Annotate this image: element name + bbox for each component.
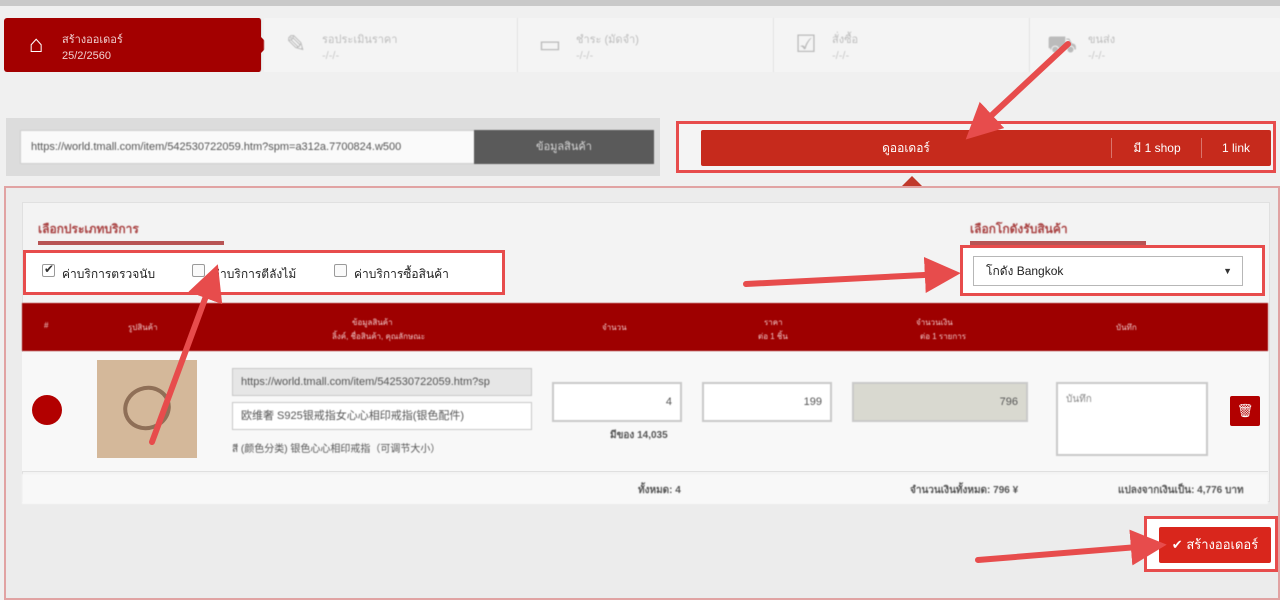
table-row: https://world.tmall.com/item/54253072205… bbox=[22, 352, 1268, 472]
product-url-input[interactable]: https://world.tmall.com/item/54253072205… bbox=[20, 130, 476, 164]
link-count: 1 link bbox=[1221, 141, 1250, 155]
qty-input[interactable]: 4 bbox=[552, 382, 682, 422]
home-icon: ⌂ bbox=[28, 31, 44, 58]
col-price-sub: ต่อ 1 ชิ้น bbox=[758, 332, 788, 341]
checkbox-wooden-crate[interactable] bbox=[192, 264, 205, 277]
step-date: -/-/- bbox=[832, 50, 850, 62]
item-link-field[interactable]: https://world.tmall.com/item/54253072205… bbox=[232, 368, 532, 396]
url-bar: https://world.tmall.com/item/54253072205… bbox=[6, 118, 660, 176]
col-info: ข้อมูลสินค้า bbox=[352, 318, 393, 327]
step-shipping[interactable]: ⛟ ขนส่ง -/-/- bbox=[1030, 18, 1280, 72]
col-qty: จำนวน bbox=[602, 323, 627, 332]
col-image: รูปสินค้า bbox=[128, 323, 158, 332]
checkbox-purchase-service[interactable] bbox=[334, 264, 347, 277]
step-date: 25/2/2560 bbox=[62, 50, 111, 62]
total-baht: แปลงจากเงินเป็น: 4,776 บาท bbox=[1118, 485, 1244, 496]
checkbox-inspection[interactable] bbox=[42, 262, 55, 277]
step-title: ชำระ (มัดจำ) bbox=[576, 34, 639, 46]
col-total: จำนวนเงิน bbox=[916, 318, 953, 327]
checkbox-label: ค่าบริการซื้อสินค้า bbox=[354, 267, 449, 281]
service-options: ค่าบริการตรวจนับ ค่าบริการตีลังไม้ ค่าบร… bbox=[23, 250, 505, 295]
step-wait-price[interactable]: ✎ รอประเมินราคา -/-/- bbox=[264, 18, 518, 72]
step-title: สั่งซื้อ bbox=[832, 34, 859, 46]
warehouse-select[interactable]: โกดัง Bangkok ▼ bbox=[973, 256, 1243, 286]
step-create-order[interactable]: ⌂ สร้างออเดอร์ 25/2/2560 bbox=[4, 18, 269, 72]
note-textarea[interactable]: บันทึก bbox=[1056, 382, 1208, 456]
checkbox-label: ค่าบริการตีลังไม้ bbox=[212, 267, 297, 281]
col-note: บันทึก bbox=[1116, 323, 1137, 332]
product-image bbox=[97, 360, 197, 458]
col-info-sub: ลิ้งค์, ชื่อสินค้า, คุณลักษณะ bbox=[332, 332, 425, 341]
divider bbox=[1111, 138, 1112, 158]
col-no: # bbox=[44, 321, 49, 330]
create-order-label: สร้างออเดอร์ bbox=[1186, 537, 1259, 552]
step-date: -/-/- bbox=[576, 50, 594, 62]
checklist-icon: ☑ bbox=[795, 31, 817, 58]
price-input[interactable]: 199 bbox=[702, 382, 832, 422]
service-section-title: เลือกประเภทบริการ bbox=[38, 222, 139, 236]
check-icon: ✔ bbox=[1171, 537, 1183, 552]
edit-icon: ✎ bbox=[285, 31, 307, 58]
table-footer: ทั้งหมด: 4 จำนวนเงินทั้งหมด: 796 ¥ แปลงจ… bbox=[22, 474, 1268, 504]
row-status-dot bbox=[32, 395, 62, 425]
order-summary-bar[interactable]: ดูออเดอร์ มี 1 shop 1 link bbox=[701, 130, 1271, 166]
top-border bbox=[0, 0, 1280, 6]
items-table-header: # รูปสินค้า ข้อมูลสินค้า ลิ้งค์, ชื่อสิน… bbox=[22, 303, 1268, 351]
step-title: สร้างออเดอร์ bbox=[62, 34, 123, 46]
card-icon: ▭ bbox=[538, 31, 562, 58]
step-purchase[interactable]: ☑ สั่งซื้อ -/-/- bbox=[774, 18, 1030, 72]
section-underline bbox=[38, 241, 224, 245]
step-title: รอประเมินราคา bbox=[322, 34, 398, 46]
warehouse-select-highlight: โกดัง Bangkok ▼ bbox=[960, 245, 1265, 296]
delete-icon[interactable]: 🗑 bbox=[1230, 396, 1260, 426]
order-summary-highlight: ดูออเดอร์ มี 1 shop 1 link bbox=[676, 121, 1276, 173]
item-name-field[interactable]: 欧维奢 S925银戒指女心心相印戒指(银色配件) bbox=[232, 402, 532, 430]
shop-count: มี 1 shop bbox=[1133, 141, 1181, 155]
product-info-button[interactable]: ข้อมูลสินค้า bbox=[474, 130, 654, 164]
view-order-button[interactable]: ดูออเดอร์ bbox=[701, 130, 1111, 166]
total-yuan: จำนวนเงินทั้งหมด: 796 ¥ bbox=[910, 485, 1019, 496]
step-title: ขนส่ง bbox=[1088, 34, 1116, 46]
progress-steps: ⌂ สร้างออเดอร์ 25/2/2560 ✎ รอประเมินราคา… bbox=[0, 14, 1280, 76]
warehouse-section-title: เลือกโกดังรับสินค้า bbox=[970, 222, 1068, 236]
total-count: ทั้งหมด: 4 bbox=[638, 485, 681, 496]
col-price: ราคา bbox=[764, 318, 783, 327]
warehouse-selected: โกดัง Bangkok bbox=[986, 264, 1064, 278]
truck-icon: ⛟ bbox=[1046, 31, 1078, 58]
create-order-button[interactable]: ✔ สร้างออเดอร์ bbox=[1159, 527, 1271, 563]
step-date: -/-/- bbox=[322, 50, 340, 62]
chevron-down-icon: ▼ bbox=[1223, 266, 1232, 276]
ring-image bbox=[116, 379, 178, 437]
col-total-sub: ต่อ 1 รายการ bbox=[920, 332, 967, 341]
step-payment[interactable]: ▭ ชำระ (มัดจำ) -/-/- bbox=[518, 18, 774, 72]
create-order-highlight: ✔ สร้างออเดอร์ bbox=[1144, 516, 1278, 572]
stock-text: มีของ 14,035 bbox=[610, 430, 668, 441]
step-date: -/-/- bbox=[1088, 50, 1106, 62]
item-spec: สี (颜色分类) 银色心心相印戒指（可调节大小） bbox=[232, 444, 441, 455]
total-field: 796 bbox=[852, 382, 1028, 422]
checkbox-label: ค่าบริการตรวจนับ bbox=[62, 267, 156, 281]
